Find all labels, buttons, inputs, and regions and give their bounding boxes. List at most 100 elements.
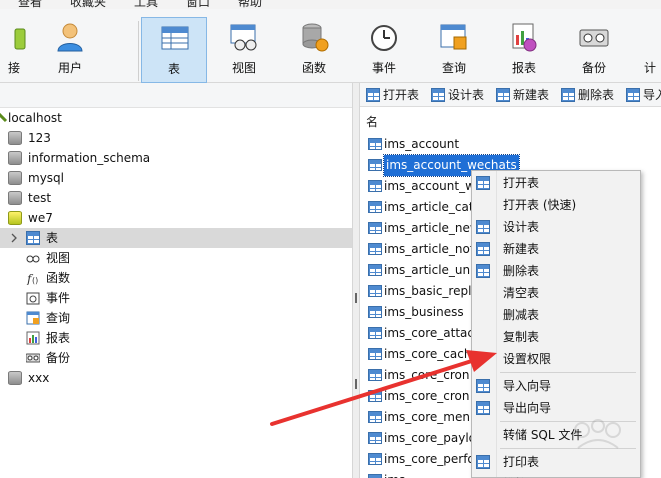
context-menu-label: 清空表 (503, 286, 540, 300)
tree-db-mysql[interactable]: mysql (0, 168, 352, 188)
schedule-icon (648, 21, 661, 53)
table-name: ims_core_attac (384, 326, 474, 340)
design-table-icon (431, 88, 445, 102)
tree-item-queries[interactable]: 查询 (0, 308, 352, 328)
toolbar-table-label: 表 (167, 62, 180, 76)
menu-favorites[interactable]: 收藏夹 (70, 0, 106, 9)
table-name: ims_core_cron (384, 389, 470, 403)
table-icon (26, 231, 40, 245)
toolbar-function-label: 函数 (301, 61, 326, 75)
toolbar-function-button[interactable]: 函数 (281, 17, 347, 83)
table-icon (368, 348, 382, 360)
context-menu-item[interactable]: 复制表 (472, 326, 640, 348)
table-icon (368, 327, 382, 339)
context-menu-label: 打开表 (快速) (503, 198, 577, 212)
tree-connection-label: localhost (8, 111, 62, 125)
context-menu-item[interactable]: 导出向导 (472, 397, 640, 419)
connection-icon (14, 28, 26, 50)
toolbar-query-label: 查询 (441, 61, 466, 75)
toolbar-report-button[interactable]: 报表 (491, 17, 557, 83)
context-menu-label: 删减表 (503, 308, 540, 322)
report-icon (26, 331, 40, 345)
context-menu-item[interactable]: 设计表 (472, 216, 640, 238)
context-menu-item[interactable]: 导入向导 (472, 375, 640, 397)
tree-db-label: xxx (28, 371, 50, 385)
menu-tools[interactable]: 工具 (134, 0, 158, 9)
chevron-right-icon[interactable] (10, 233, 18, 243)
tree-item-reports[interactable]: 报表 (0, 328, 352, 348)
context-menu-item[interactable]: 删除表 (472, 260, 640, 282)
tree-db-information-schema[interactable]: information_schema (0, 148, 352, 168)
table-icon (368, 432, 382, 444)
context-menu-item[interactable]: 新建表 (472, 238, 640, 260)
toolbar-view-label: 视图 (231, 61, 256, 75)
context-menu-item[interactable]: 清空表 (472, 282, 640, 304)
table-row[interactable]: ims_account (366, 134, 656, 155)
database-open-icon (8, 211, 22, 225)
toolbar-schedule-button[interactable]: 计 (631, 17, 661, 83)
tree-db-we7[interactable]: we7 (0, 208, 352, 228)
function-icon: f () (26, 272, 38, 285)
context-menu-item[interactable]: 删减表 (472, 304, 640, 326)
toolbar-user-button[interactable]: 用户 (37, 17, 103, 83)
menu-view[interactable]: 查看 (18, 0, 42, 9)
tree-item-functions[interactable]: f () 函数 (0, 268, 352, 288)
context-menu-label: 删除表 (503, 264, 540, 278)
table-name: ims_core_cache (384, 347, 479, 361)
tree-item-label: 表 (46, 231, 59, 245)
new-table-label: 新建表 (513, 88, 550, 102)
database-icon (8, 371, 22, 385)
event-icon (26, 292, 40, 305)
table-name: ims_article_unr (384, 263, 476, 277)
context-menu-item[interactable]: 设置权限 (472, 348, 640, 370)
menu-help[interactable]: 帮助 (238, 0, 262, 9)
table-name: ims_article_cate (384, 200, 481, 214)
submenu-arrow-icon: ▶ (630, 473, 638, 478)
context-menu-label: 维护 (503, 473, 527, 478)
import-label: 导入 (643, 88, 661, 102)
database-icon (8, 171, 22, 185)
table-icon (368, 201, 382, 213)
tree-db-xxx[interactable]: xxx (0, 368, 352, 388)
toolbar-view-button[interactable]: 视图 (211, 17, 277, 83)
toolbar-event-button[interactable]: 事件 (351, 17, 417, 83)
table-name: ims_business (384, 305, 464, 319)
table-icon (368, 264, 382, 276)
toolbar-query-button[interactable]: 查询 (421, 17, 487, 83)
backup-icon (579, 29, 609, 47)
context-menu-item[interactable]: 打开表 (快速) (472, 194, 640, 216)
table-icon (368, 138, 382, 150)
table-name: ims_core_menu (384, 410, 478, 424)
tree-item-events[interactable]: 事件 (0, 288, 352, 308)
table-icon (368, 474, 382, 478)
pane-splitter[interactable] (352, 83, 360, 478)
open-table-icon (476, 176, 490, 190)
context-menu-label: 打开表 (503, 176, 540, 190)
table-name: ims_account_wx (384, 179, 482, 193)
watermark-logo (574, 419, 621, 449)
context-menu-label: 设计表 (503, 220, 540, 234)
context-menu-item[interactable]: 维护 ▶ (472, 473, 640, 478)
glasses-icon (26, 255, 40, 263)
context-menu-item[interactable]: 打印表 (472, 451, 640, 473)
tree-item-tables[interactable]: 表 (0, 228, 352, 248)
table-icon (368, 369, 382, 381)
tree-db-label: 123 (28, 131, 51, 145)
context-menu-item[interactable]: 打开表 (472, 172, 640, 194)
view-icon (230, 24, 257, 51)
delete-table-icon (561, 88, 575, 102)
tree-db-123[interactable]: 123 (0, 128, 352, 148)
context-menu-label: 导入向导 (503, 379, 552, 393)
tree-connection-localhost[interactable]: localhost (0, 108, 352, 128)
list-header-name[interactable]: 名 (366, 113, 378, 130)
tree-item-views[interactable]: 视图 (0, 248, 352, 268)
context-menu-label: 复制表 (503, 330, 540, 344)
table-name: ims_core_paylo (384, 431, 477, 445)
menu-window[interactable]: 窗口 (186, 0, 210, 9)
delete-table-label: 删除表 (578, 88, 615, 102)
toolbar-report-label: 报表 (511, 61, 536, 75)
toolbar-table-button[interactable]: 表 (141, 17, 207, 83)
tree-item-backups[interactable]: 备份 (0, 348, 352, 368)
tree-db-test[interactable]: test (0, 188, 352, 208)
table-icon (161, 26, 189, 50)
